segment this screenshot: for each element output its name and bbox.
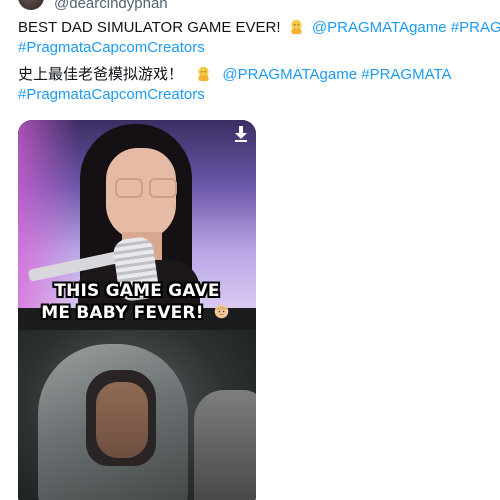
tweet-text: BEST DAD SIMULATOR GAME EVER!	[18, 19, 281, 36]
author-handle[interactable]: @dearcindyphan	[54, 0, 168, 12]
video-player[interactable]: THIS GAME GAVE ME BABY FEVER!	[18, 120, 256, 500]
hashtag-link[interactable]: #PragmataCapcomCreators	[18, 86, 205, 103]
caption-line-1: THIS GAME GAVE	[54, 281, 220, 301]
hashtag-link[interactable]: #PRAGMATA	[451, 19, 500, 36]
glasses	[115, 178, 179, 198]
game-footage-panel	[18, 330, 256, 500]
soldier-face	[96, 382, 148, 458]
person-emoji-icon	[198, 66, 209, 82]
tweet-text: 史上最佳老爸模拟游戏！	[18, 66, 184, 83]
tweet-text-line-2: #PragmataCapcomCreators	[18, 36, 205, 59]
video-caption: THIS GAME GAVE ME BABY FEVER!	[18, 280, 256, 324]
baby-emoji-icon	[214, 304, 229, 319]
mention-link[interactable]: @PRAGMATAgame	[312, 19, 447, 36]
person-emoji-icon	[291, 19, 302, 35]
author-row[interactable]: @dearcindyphan	[18, 0, 168, 12]
side-figure	[194, 390, 256, 500]
hashtag-link[interactable]: #PragmataCapcomCreators	[18, 39, 205, 56]
tweet-page: @dearcindyphan BEST DAD SIMULATOR GAME E…	[0, 0, 500, 500]
mention-link[interactable]: @PRAGMATAgame	[222, 66, 357, 83]
avatar[interactable]	[18, 0, 44, 10]
tweet-text-line-4: #PragmataCapcomCreators	[18, 83, 205, 106]
caption-line-2-row: ME BABY FEVER!	[18, 302, 256, 324]
download-icon[interactable]	[234, 126, 248, 142]
caption-line-2: ME BABY FEVER!	[41, 303, 204, 323]
hashtag-link[interactable]: #PRAGMATA	[361, 66, 451, 83]
